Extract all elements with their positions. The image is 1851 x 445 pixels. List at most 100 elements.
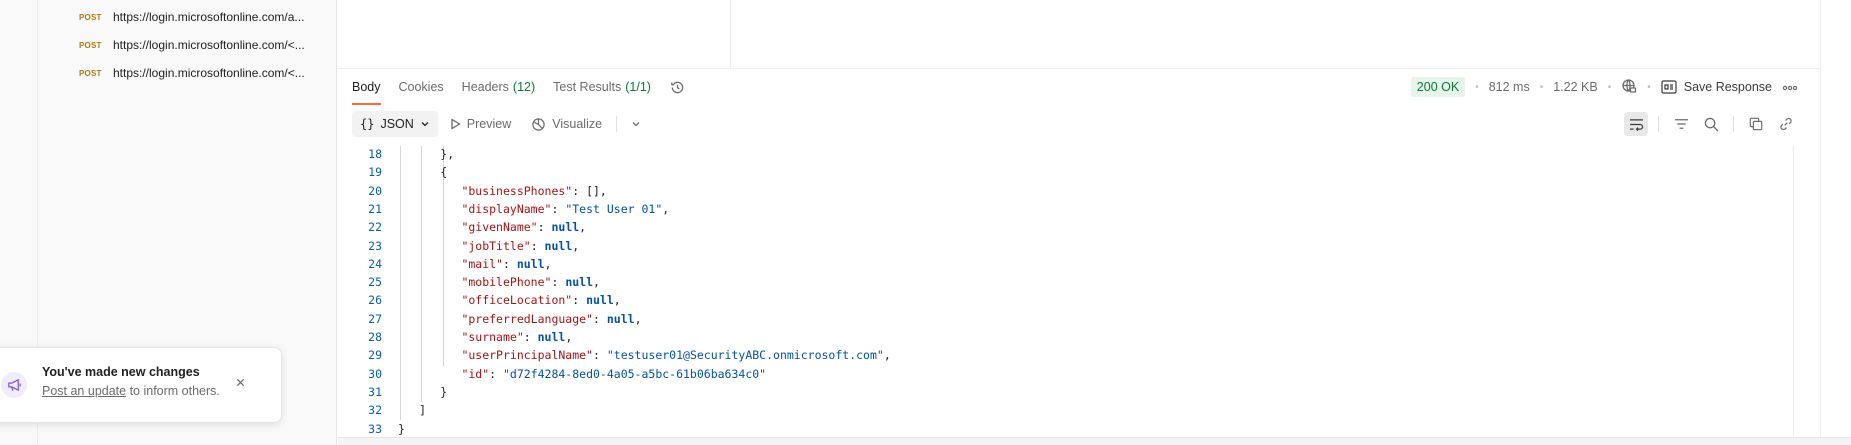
save-response-button[interactable]: Save Response xyxy=(1661,80,1772,94)
json-null: null xyxy=(551,220,580,235)
json-key: "mobilePhone" xyxy=(461,275,552,290)
changes-toast: You've made new changes Post an update t… xyxy=(0,347,282,423)
filter-icon[interactable] xyxy=(1669,112,1693,136)
json-punctuation: : xyxy=(537,220,552,235)
line-number: 33 xyxy=(368,421,382,436)
status-badge[interactable]: 200 OK xyxy=(1410,77,1466,97)
code-content: "officeLocation": null, xyxy=(461,293,620,307)
code-line: 33} xyxy=(352,420,405,437)
code-content: "userPrincipalName": "testuser01@Securit… xyxy=(461,348,890,362)
json-key: "surname" xyxy=(461,330,524,344)
visualize-button[interactable]: Visualize xyxy=(523,111,610,137)
pane-divider[interactable] xyxy=(730,0,731,68)
json-null: null xyxy=(537,330,566,344)
separator-dot: • xyxy=(1475,81,1479,93)
line-number: 27 xyxy=(368,311,382,326)
method-badge: POST xyxy=(79,12,102,22)
method-badge: POST xyxy=(79,40,102,50)
tab-headers-label: Headers xyxy=(461,80,509,94)
save-response-icon xyxy=(1661,80,1677,94)
json-punctuation: : xyxy=(551,275,566,290)
json-key: "officeLocation" xyxy=(461,293,573,308)
history-item[interactable]: POST https://login.microsoftonline.com/<… xyxy=(79,62,305,84)
code-line: 25 "mobilePhone": null, xyxy=(352,273,600,291)
json-string: "testuser01@SecurityABC.onmicrosoft.com" xyxy=(606,348,884,363)
code-line: 26 "officeLocation": null, xyxy=(352,291,621,309)
json-punctuation: , xyxy=(662,201,670,216)
history-item[interactable]: POST https://login.microsoftonline.com/<… xyxy=(79,34,305,56)
code-line: 23 "jobTitle": null, xyxy=(352,237,579,255)
line-number: 24 xyxy=(368,256,382,271)
json-punctuation: : xyxy=(593,311,607,326)
body-tools xyxy=(1624,111,1798,137)
line-number: 32 xyxy=(368,403,382,418)
tools-divider xyxy=(1658,116,1659,132)
braces-icon: {} xyxy=(360,117,375,131)
json-null: null xyxy=(606,311,635,326)
network-globe-icon[interactable] xyxy=(1621,78,1637,97)
separator-dot: • xyxy=(1647,81,1651,93)
line-number: 19 xyxy=(368,165,382,180)
tab-body[interactable]: Body xyxy=(352,69,381,105)
code-content: }, xyxy=(440,147,454,161)
tab-test-results[interactable]: Test Results (1/1) xyxy=(553,69,651,105)
copy-icon[interactable] xyxy=(1744,112,1768,136)
json-punctuation: } xyxy=(440,384,448,399)
response-time[interactable]: 812 ms xyxy=(1489,80,1530,94)
code-line: 24 "mail": null, xyxy=(352,255,551,273)
json-null: null xyxy=(544,238,573,253)
more-options-icon[interactable] xyxy=(1782,80,1798,94)
chevron-down-icon xyxy=(421,122,429,127)
post-update-link[interactable]: Post an update xyxy=(42,384,126,398)
history-item[interactable]: POST https://login.microsoftonline.com/a… xyxy=(79,6,304,28)
code-content: "givenName": null, xyxy=(461,220,586,234)
status-footer xyxy=(338,437,1851,445)
line-number: 23 xyxy=(368,238,382,253)
preview-button[interactable]: Preview xyxy=(442,111,519,137)
json-null: null xyxy=(565,275,594,290)
wrap-lines-icon[interactable] xyxy=(1624,112,1648,136)
response-size[interactable]: 1.22 KB xyxy=(1553,80,1597,94)
code-line: 29 "userPrincipalName": "testuser01@Secur… xyxy=(352,346,891,364)
history-url: https://login.microsoftonline.com/<... xyxy=(113,66,305,80)
line-number: 30 xyxy=(368,366,382,381)
response-body-editor[interactable]: 18}, 19 {20 "businessPhones": [], 21 "display… xyxy=(352,146,1794,436)
tab-cookies[interactable]: Cookies xyxy=(399,69,444,105)
code-line: 22 "givenName": null, xyxy=(352,218,586,236)
code-line: 30 "id": "d72f4284-8ed0-4a05-a5bc-61b06ba… xyxy=(352,365,766,383)
response-status: 200 OK • 812 ms • 1.22 KB • • Save Respo… xyxy=(1410,69,1798,105)
megaphone-icon xyxy=(1,372,27,398)
json-key: "displayName" xyxy=(461,201,552,216)
response-toolbar: {} JSON Preview Visualize xyxy=(352,111,649,137)
code-line: 20 "businessPhones": [], xyxy=(352,182,607,200)
json-punctuation: : xyxy=(551,201,566,216)
json-punctuation: , xyxy=(613,293,621,308)
code-content: "displayName": "Test User 01", xyxy=(461,202,669,216)
json-punctuation: , xyxy=(883,348,891,363)
json-string: "d72f4284-8ed0-4a05-a5bc-61b06ba634c0" xyxy=(503,366,767,381)
json-punctuation: , xyxy=(593,275,600,290)
visualize-label: Visualize xyxy=(552,117,603,131)
json-punctuation: ] xyxy=(419,403,427,418)
code-content: } xyxy=(398,422,405,436)
json-key: "businessPhones" xyxy=(461,183,573,198)
tests-count: (1/1) xyxy=(625,80,651,94)
separator-dot: • xyxy=(1607,81,1612,93)
close-icon[interactable] xyxy=(232,374,248,390)
search-icon[interactable] xyxy=(1699,112,1723,136)
code-line: 28 "surname": null, xyxy=(352,328,572,346)
json-key: "jobTitle" xyxy=(461,238,531,253)
chevron-down-icon xyxy=(632,122,640,127)
visualize-dropdown[interactable] xyxy=(623,111,649,137)
line-number: 20 xyxy=(368,183,382,198)
code-line: 31} xyxy=(352,383,447,401)
link-icon[interactable] xyxy=(1774,112,1798,136)
tab-headers[interactable]: Headers (12) xyxy=(462,69,535,105)
code-content: "preferredLanguage": null, xyxy=(461,312,641,326)
response-history-icon[interactable] xyxy=(669,78,687,96)
json-punctuation: : xyxy=(489,366,503,381)
json-key: "preferredLanguage" xyxy=(461,311,593,326)
json-punctuation: , xyxy=(634,311,642,326)
format-dropdown[interactable]: {} JSON xyxy=(352,111,438,137)
json-punctuation: : xyxy=(593,348,607,363)
